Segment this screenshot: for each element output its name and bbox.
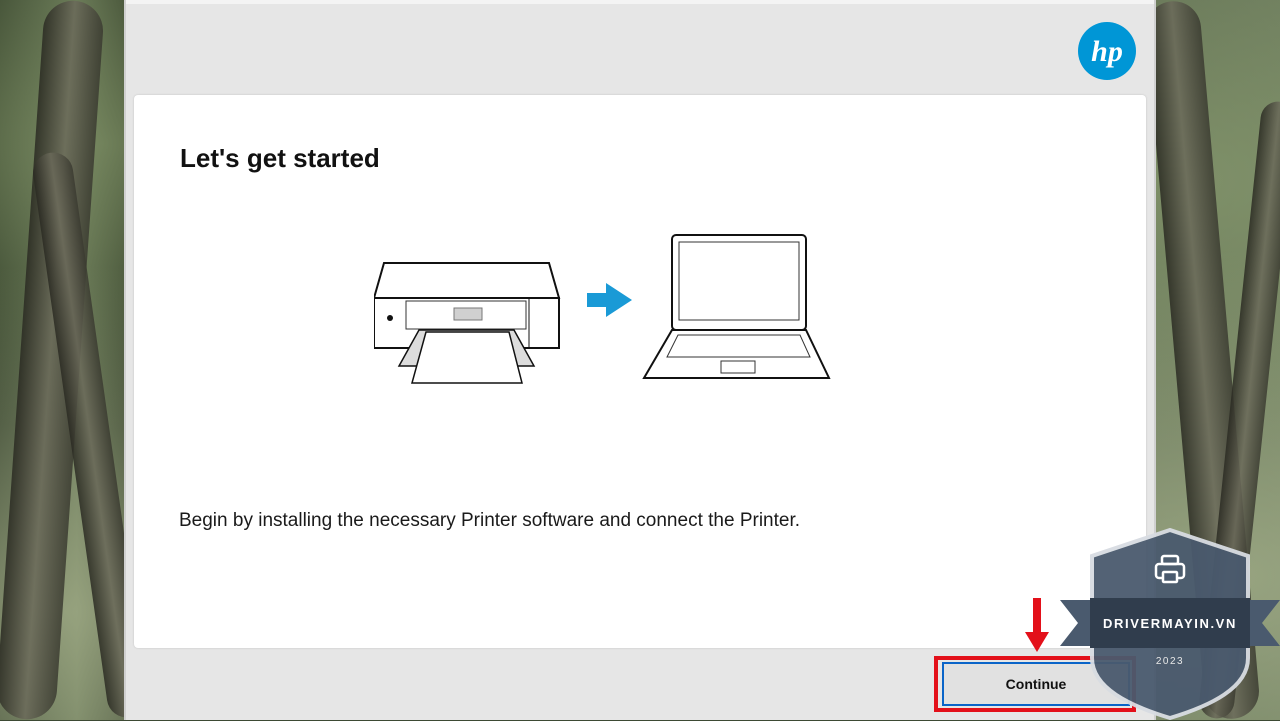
laptop-icon: [642, 234, 831, 379]
printer-icon: [374, 262, 561, 384]
window-top-strip: [126, 0, 1154, 4]
svg-text:hp: hp: [1091, 35, 1123, 68]
hp-installer-window: hp Let's get started Begin by installing…: [124, 0, 1156, 720]
arrow-right-icon: [587, 283, 632, 317]
printer-to-laptop-illustration: [374, 234, 831, 384]
page-title: Let's get started: [180, 143, 380, 173]
watermark-year: 2023: [1155, 656, 1185, 667]
hp-logo: hp: [1078, 22, 1136, 80]
hp-logo-icon: hp: [1079, 23, 1135, 79]
setup-description: Begin by installing the necessary Printe…: [179, 510, 801, 531]
watermark-site-text: DRIVERMAYIN.VN: [1103, 615, 1237, 631]
red-arrow-down-icon: [1025, 598, 1049, 652]
content-card: Let's get started Begin by installing th…: [134, 95, 1146, 648]
